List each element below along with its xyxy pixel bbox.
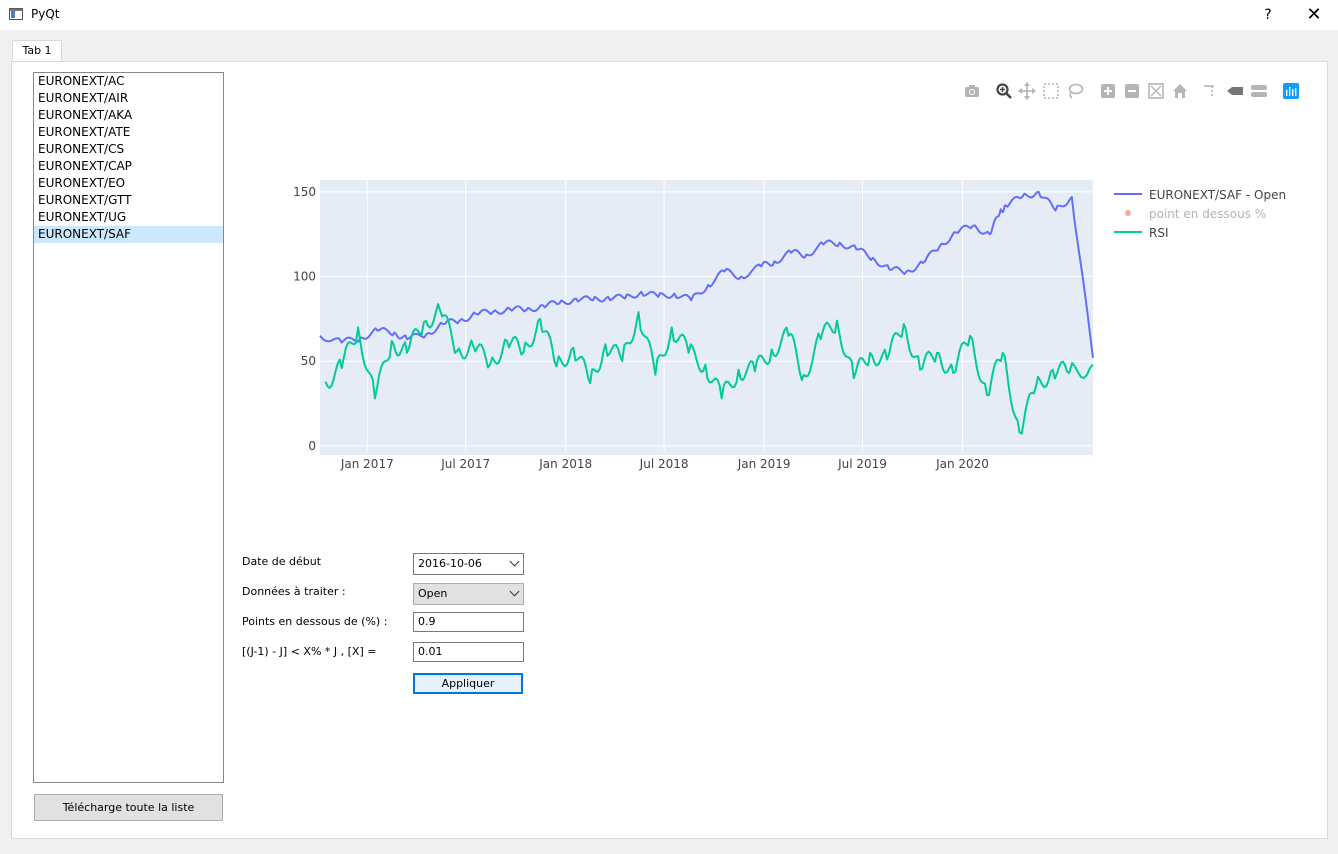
list-item[interactable]: EURONEXT/AKA (34, 107, 223, 124)
help-button[interactable]: ? (1257, 4, 1279, 26)
download-all-button[interactable]: Télécharge toute la liste (34, 794, 223, 821)
window-title: PyQt (31, 7, 60, 21)
list-item[interactable]: EURONEXT/AC (34, 73, 223, 90)
list-item[interactable]: EURONEXT/UG (34, 209, 223, 226)
list-item[interactable]: EURONEXT/GTT (34, 192, 223, 209)
chevron-down-icon (509, 586, 520, 597)
spike-lines-icon[interactable] (1202, 82, 1220, 100)
zoom-in-icon[interactable] (1099, 82, 1117, 100)
list-item[interactable]: EURONEXT/EO (34, 175, 223, 192)
hover-compare-icon[interactable] (1250, 82, 1268, 100)
data-type-value: Open (418, 587, 448, 600)
box-select-icon[interactable] (1042, 82, 1060, 100)
lasso-icon[interactable] (1066, 82, 1084, 100)
start-date-field[interactable]: 2016-10-06 (413, 553, 524, 575)
chevron-down-icon (509, 556, 520, 567)
autoscale-icon[interactable] (1147, 82, 1165, 100)
reset-axes-icon[interactable] (1171, 82, 1189, 100)
points-below-label: Points en dessous de (%) : (242, 615, 388, 628)
x-percent-input[interactable]: 0.01 (413, 642, 524, 662)
close-button[interactable]: ✕ (1303, 4, 1325, 26)
zoom-icon[interactable] (995, 82, 1013, 100)
list-item[interactable]: EURONEXT/CAP (34, 158, 223, 175)
data-type-label: Données à traiter : (242, 585, 346, 598)
symbol-list[interactable]: EURONEXT/AC EURONEXT/AIR EURONEXT/AKA EU… (33, 72, 224, 783)
list-item[interactable]: EURONEXT/ATE (34, 124, 223, 141)
list-item[interactable]: EURONEXT/CS (34, 141, 223, 158)
start-date-value: 2016-10-06 (418, 557, 482, 570)
title-bar: PyQt ? ✕ (0, 0, 1338, 30)
list-item[interactable]: EURONEXT/AIR (34, 90, 223, 107)
pan-icon[interactable] (1018, 82, 1036, 100)
data-type-select[interactable]: Open (413, 583, 524, 605)
zoom-out-icon[interactable] (1123, 82, 1141, 100)
tab-1[interactable]: Tab 1 (12, 40, 62, 62)
plotly-logo-icon[interactable] (1282, 82, 1300, 100)
list-item-selected[interactable]: EURONEXT/SAF (34, 226, 223, 243)
apply-button[interactable]: Appliquer (413, 673, 523, 694)
camera-icon[interactable] (963, 82, 981, 100)
app-window-icon (9, 8, 23, 20)
hover-closest-icon[interactable] (1226, 82, 1244, 100)
points-below-input[interactable]: 0.9 (413, 612, 524, 632)
formula-label: [(J-1) - J] < X% * J , [X] = (242, 645, 377, 658)
start-date-label: Date de début (242, 555, 322, 568)
